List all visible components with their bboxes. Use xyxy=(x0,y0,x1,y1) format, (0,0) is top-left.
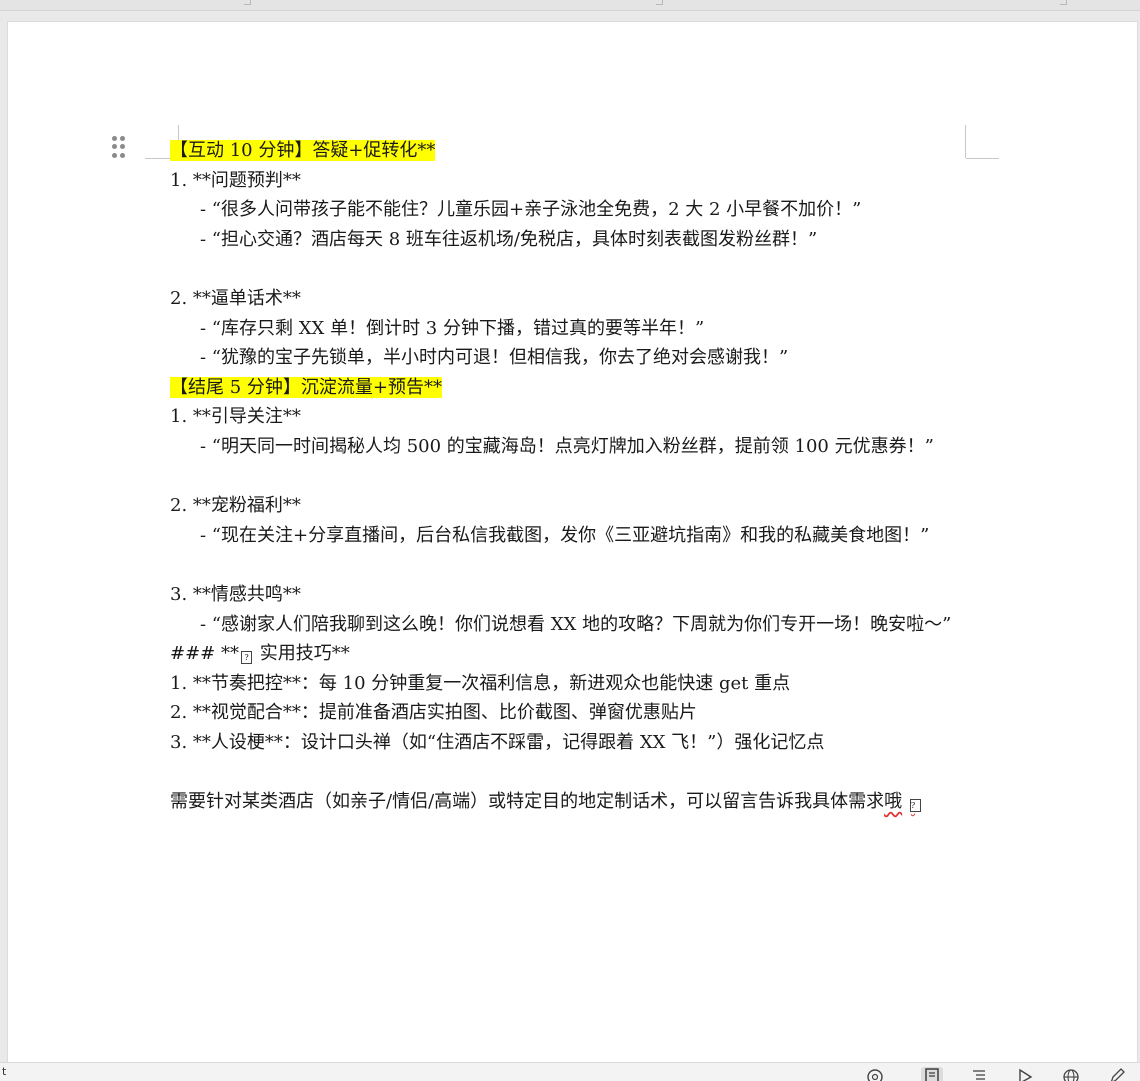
text-line[interactable]: 2. **视觉配合**：提前准备酒店实拍图、比价截图、弹窗优惠贴片 xyxy=(170,698,970,728)
line-text: 3. **人设梗**：设计口头禅（如“住酒店不踩雷，记得跟着 XX 飞！”）强化… xyxy=(170,731,825,753)
text-line[interactable]: - “感谢家人们陪我聊到这么晚！你们说想看 XX 地的攻略？下周就为你们专开一场… xyxy=(170,610,970,640)
text-line[interactable]: 2. **逼单话术** xyxy=(170,284,970,314)
line-text: 2. **视觉配合**：提前准备酒店实拍图、比价截图、弹窗优惠贴片 xyxy=(170,702,697,724)
edit-icon[interactable] xyxy=(1106,1067,1128,1081)
line-text: ### **? 实用技巧** xyxy=(170,643,350,665)
line-text: 1. **问题预判** xyxy=(170,169,301,191)
block-drag-handle-icon[interactable] xyxy=(112,136,126,158)
ruler-marker xyxy=(244,0,251,5)
line-text: - “犹豫的宝子先锁单，半小时内可退！但相信我，你去了绝对会感谢我！” xyxy=(200,347,789,369)
line-text: - “明天同一时间揭秘人均 500 的宝藏海岛！点亮灯牌加入粉丝群，提前领 10… xyxy=(200,435,934,457)
missing-glyph-icon: ? xyxy=(240,651,252,665)
play-icon[interactable] xyxy=(1014,1067,1036,1081)
text-line[interactable]: 1. **节奏把控**：每 10 分钟重复一次福利信息，新进观众也能快速 get… xyxy=(170,669,970,699)
text-line[interactable]: - “犹豫的宝子先锁单，半小时内可退！但相信我，你去了绝对会感谢我！” xyxy=(170,343,970,373)
text-line[interactable]: 2. **宠粉福利** xyxy=(170,491,970,521)
line-text: 【结尾 5 分钟】沉淀流量+预告** xyxy=(170,376,442,398)
text-line[interactable]: 3. **情感共鸣** xyxy=(170,580,970,610)
line-text: 1. **引导关注** xyxy=(170,406,301,428)
text-line[interactable]: - “库存只剩 XX 单！倒计时 3 分钟下播，错过真的要等半年！” xyxy=(170,314,970,344)
text-line[interactable]: - “明天同一时间揭秘人均 500 的宝藏海岛！点亮灯牌加入粉丝群，提前领 10… xyxy=(170,432,970,462)
text-line[interactable]: 1. **引导关注** xyxy=(170,402,970,432)
empty-line[interactable] xyxy=(170,757,970,787)
text-line[interactable]: 1. **问题预判** xyxy=(170,166,970,196)
empty-line[interactable] xyxy=(170,254,970,284)
outline-view-icon[interactable] xyxy=(968,1067,990,1081)
ruler-marker xyxy=(656,0,663,5)
text-line[interactable]: - “很多人问带孩子能不能住？儿童乐园+亲子泳池全免费，2 大 2 小早餐不加价… xyxy=(170,195,970,225)
missing-glyph-icon: ? xyxy=(909,799,921,813)
empty-line[interactable] xyxy=(170,550,970,580)
empty-line[interactable] xyxy=(170,462,970,492)
text-line[interactable]: ### **? 实用技巧** xyxy=(170,639,970,669)
line-text: 需要针对某类酒店（如亲子/情侣/高端）或特定目的地定制话术，可以留言告诉我具体需… xyxy=(170,787,970,817)
ruler-marker xyxy=(1060,0,1067,5)
line-text: - “现在关注+分享直播间，后台私信我截图，发你《三亚避坑指南》和我的私藏美食地… xyxy=(200,524,930,546)
line-text: - “感谢家人们陪我聊到这么晚！你们说想看 XX 地的攻略？下周就为你们专开一场… xyxy=(200,613,952,635)
status-text: t xyxy=(2,1065,7,1078)
line-text: 2. **逼单话术** xyxy=(170,287,301,309)
line-text: 1. **节奏把控**：每 10 分钟重复一次福利信息，新进观众也能快速 get… xyxy=(170,672,791,694)
text-line[interactable]: 3. **人设梗**：设计口头禅（如“住酒店不踩雷，记得跟着 XX 飞！”）强化… xyxy=(170,728,970,758)
top-ruler-strip xyxy=(0,0,1140,11)
line-text: - “担心交通？酒店每天 8 班车往返机场/免税店，具体时刻表截图发粉丝群！” xyxy=(200,228,818,250)
line-text: 2. **宠粉福利** xyxy=(170,495,301,517)
line-text: - “库存只剩 XX 单！倒计时 3 分钟下播，错过真的要等半年！” xyxy=(200,317,705,339)
line-text-tail: 实用技巧** xyxy=(253,643,350,665)
section-heading-line[interactable]: 【结尾 5 分钟】沉淀流量+预告** xyxy=(170,373,970,403)
text-line[interactable]: - “担心交通？酒店每天 8 班车往返机场/免税店，具体时刻表截图发粉丝群！” xyxy=(170,225,970,255)
text-line[interactable]: - “现在关注+分享直播间，后台私信我截图，发你《三亚避坑指南》和我的私藏美食地… xyxy=(170,521,970,551)
section-heading-line[interactable]: 【互动 10 分钟】答疑+促转化** xyxy=(170,136,970,166)
web-view-icon[interactable] xyxy=(1060,1067,1082,1081)
line-text: 3. **情感共鸣** xyxy=(170,583,301,605)
status-bar: t xyxy=(0,1062,1140,1081)
document-body[interactable]: 【互动 10 分钟】答疑+促转化** 1. **问题预判** - “很多人问带孩子能… xyxy=(170,136,970,817)
focus-icon[interactable] xyxy=(864,1067,886,1081)
page-view-icon[interactable] xyxy=(921,1067,943,1081)
text-line[interactable]: 需要针对某类酒店（如亲子/情侣/高端）或特定目的地定制话术，可以留言告诉我具体需… xyxy=(170,787,970,817)
spellcheck-word[interactable]: 哦 xyxy=(884,791,902,812)
line-text: 【互动 10 分钟】答疑+促转化** xyxy=(170,140,436,161)
margin-marker-right xyxy=(966,158,999,159)
line-text: - “很多人问带孩子能不能住？儿童乐园+亲子泳池全免费，2 大 2 小早餐不加价… xyxy=(200,199,862,221)
